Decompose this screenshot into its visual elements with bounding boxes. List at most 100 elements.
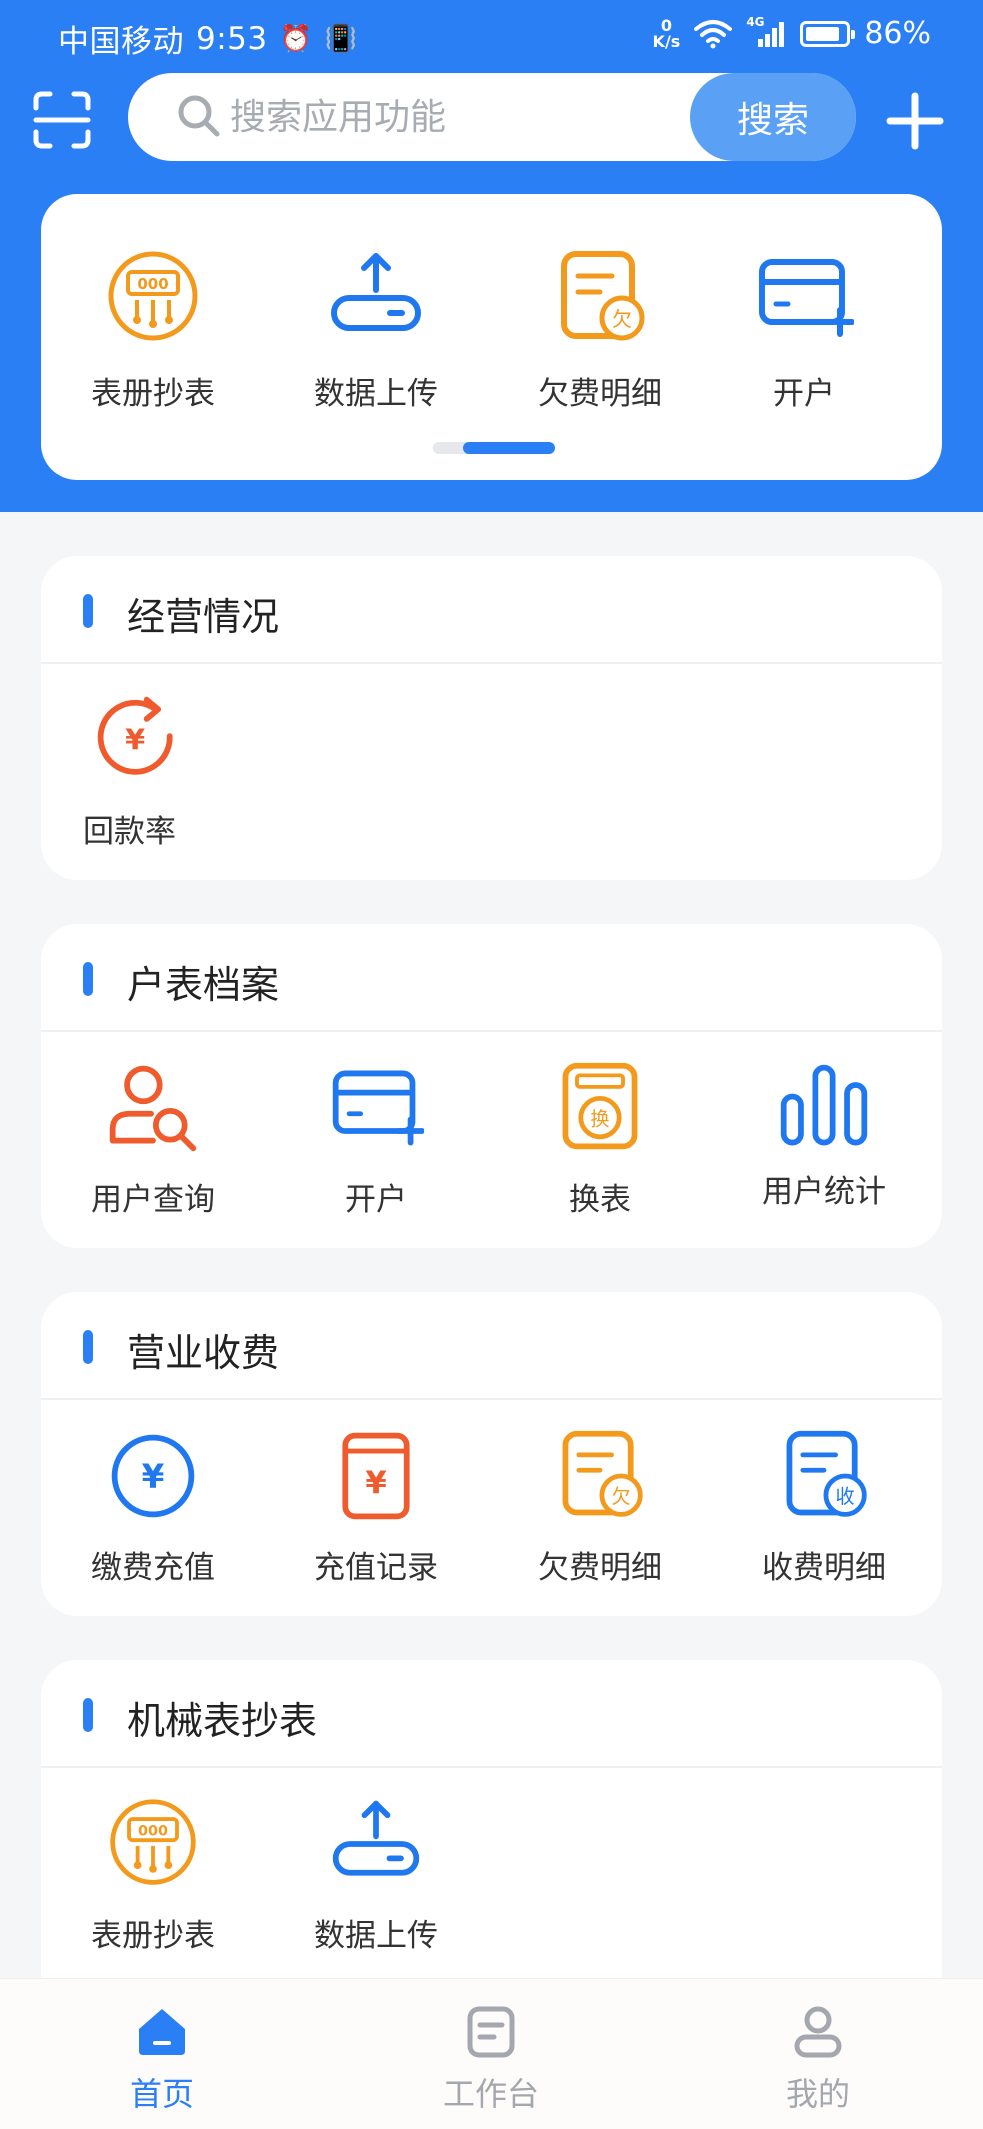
item-data-upload[interactable]: 数据上传	[276, 1796, 476, 1955]
wifi-icon	[694, 19, 733, 48]
quick-item-open-account[interactable]: 开户	[704, 248, 904, 413]
meter-reading-icon: 000	[110, 1799, 196, 1885]
quick-item-label: 数据上传	[314, 376, 438, 412]
item-user-statistics[interactable]: 用户统计	[724, 1060, 924, 1211]
section-marker	[83, 962, 93, 996]
quick-item-label: 开户	[773, 376, 835, 412]
battery-level	[806, 26, 839, 41]
section-mechanical-meter: 机械表抄表 000 表册抄表 数据上传	[41, 1660, 942, 1978]
section-account-archive: 户表档案 用户查询 开户 换 换表 用户统计	[41, 924, 942, 1248]
section-header: 户表档案	[41, 924, 942, 1032]
arrears-detail-icon: 欠	[562, 1430, 643, 1517]
search-button[interactable]: 搜索	[690, 73, 856, 161]
quick-item-label: 欠费明细	[538, 376, 662, 412]
home-icon	[139, 2009, 185, 2055]
nav-label: 工作台	[442, 2075, 539, 2113]
section-title: 机械表抄表	[127, 1699, 318, 1743]
item-repayment-rate[interactable]: ¥ 回款率	[41, 692, 241, 851]
section-marker	[83, 1330, 93, 1364]
section-header: 经营情况	[41, 556, 942, 664]
repayment-rate-icon: ¥	[97, 696, 173, 775]
item-meter-reading[interactable]: 000 表册抄表	[53, 1796, 253, 1955]
item-label: 欠费明细	[538, 1550, 662, 1586]
item-label: 用户统计	[762, 1174, 886, 1210]
section-marker	[83, 594, 93, 628]
quick-item-label: 表册抄表	[91, 376, 215, 412]
quick-access-card: 000 表册抄表 数据上传 欠 欠费明细 开户	[41, 194, 942, 480]
quick-item-data-upload[interactable]: 数据上传	[276, 248, 476, 413]
nav-home[interactable]: 首页	[82, 2005, 242, 2115]
nav-profile[interactable]: 我的	[738, 2005, 898, 2115]
section-business-charges: 营业收费 ¥ 缴费充值 ¥ 充值记录 欠 欠费明细 收 收费明细	[41, 1292, 942, 1616]
item-payment-recharge[interactable]: ¥ 缴费充值	[53, 1428, 253, 1587]
search-input[interactable]	[230, 87, 610, 147]
page-indicator	[433, 442, 555, 454]
item-label: 回款率	[83, 814, 176, 850]
charge-detail-icon: 收	[786, 1430, 867, 1517]
status-left: 中国移动 9:53 ⏰ 📳	[58, 16, 357, 61]
user-statistics-icon	[780, 1064, 868, 1146]
section-marker	[83, 1698, 93, 1732]
item-recharge-record[interactable]: ¥ 充值记录	[276, 1428, 476, 1587]
network-speed-unit: K/s	[652, 31, 681, 51]
battery-percent: 86%	[864, 16, 931, 51]
status-bar: 中国移动 9:53 ⏰ 📳 0 K/s 4G 86%	[0, 0, 983, 70]
scan-icon[interactable]	[32, 90, 92, 150]
alarm-icon: ⏰	[279, 23, 313, 54]
carrier-name: 中国移动	[58, 24, 184, 60]
user-search-icon	[109, 1065, 197, 1152]
item-label: 收费明细	[762, 1550, 886, 1586]
section-title: 经营情况	[127, 595, 280, 639]
page-indicator-active	[463, 442, 555, 454]
bottom-nav: 首页 工作台 我的	[0, 1978, 983, 2129]
payment-recharge-icon: ¥	[111, 1434, 195, 1518]
search-icon	[178, 95, 220, 137]
meter-replace-icon: 换	[562, 1062, 638, 1150]
nav-label: 我的	[785, 2075, 850, 2113]
open-account-card-icon	[332, 1070, 424, 1146]
item-user-search[interactable]: 用户查询	[53, 1060, 253, 1219]
profile-icon	[794, 2006, 842, 2058]
currency-badge: ¥	[365, 1465, 387, 1501]
charge-badge: 收	[836, 1485, 855, 1508]
item-label: 开户	[345, 1182, 407, 1218]
recharge-record-icon: ¥	[342, 1432, 410, 1520]
section-business-overview: 经营情况 ¥ 回款率	[41, 556, 942, 880]
quick-item-meter-reading[interactable]: 000 表册抄表	[53, 248, 253, 413]
nav-label: 首页	[129, 2075, 194, 2113]
clock: 9:53	[196, 20, 268, 57]
item-open-account[interactable]: 开户	[276, 1060, 476, 1219]
quick-item-arrears-detail[interactable]: 欠 欠费明细	[500, 248, 700, 413]
upload-icon	[332, 1800, 420, 1876]
item-label: 表册抄表	[91, 1918, 215, 1954]
arrears-badge: 欠	[612, 307, 632, 331]
upload-icon	[331, 253, 421, 331]
workbench-icon	[467, 2006, 515, 2058]
arrears-detail-icon: 欠	[561, 251, 645, 341]
item-arrears-detail[interactable]: 欠 欠费明细	[500, 1428, 700, 1587]
meter-digits: 000	[137, 275, 168, 293]
add-icon[interactable]	[884, 90, 946, 152]
item-label: 用户查询	[91, 1182, 215, 1218]
open-account-card-icon	[759, 259, 854, 337]
section-title: 营业收费	[127, 1331, 280, 1375]
section-header: 机械表抄表	[41, 1660, 942, 1768]
cell-signal-icon: 4G	[746, 15, 786, 49]
search-bar[interactable]: 搜索	[128, 73, 856, 161]
meter-reading-icon: 000	[108, 251, 198, 341]
vibrate-icon: 📳	[324, 23, 358, 54]
item-label: 数据上传	[314, 1918, 438, 1954]
item-meter-replace[interactable]: 换 换表	[500, 1060, 700, 1219]
network-speed: 0 K/s	[652, 17, 681, 51]
item-label: 缴费充值	[91, 1550, 215, 1586]
arrears-badge: 欠	[612, 1485, 631, 1508]
section-title: 户表档案	[127, 963, 280, 1007]
item-charge-detail[interactable]: 收 收费明细	[724, 1428, 924, 1587]
meter-digits: 000	[138, 1823, 168, 1839]
nav-workbench[interactable]: 工作台	[411, 2005, 571, 2115]
item-label: 换表	[569, 1182, 631, 1218]
currency-badge: ¥	[142, 1458, 165, 1496]
battery-icon	[800, 20, 856, 47]
currency-badge: ¥	[125, 723, 145, 757]
section-header: 营业收费	[41, 1292, 942, 1400]
